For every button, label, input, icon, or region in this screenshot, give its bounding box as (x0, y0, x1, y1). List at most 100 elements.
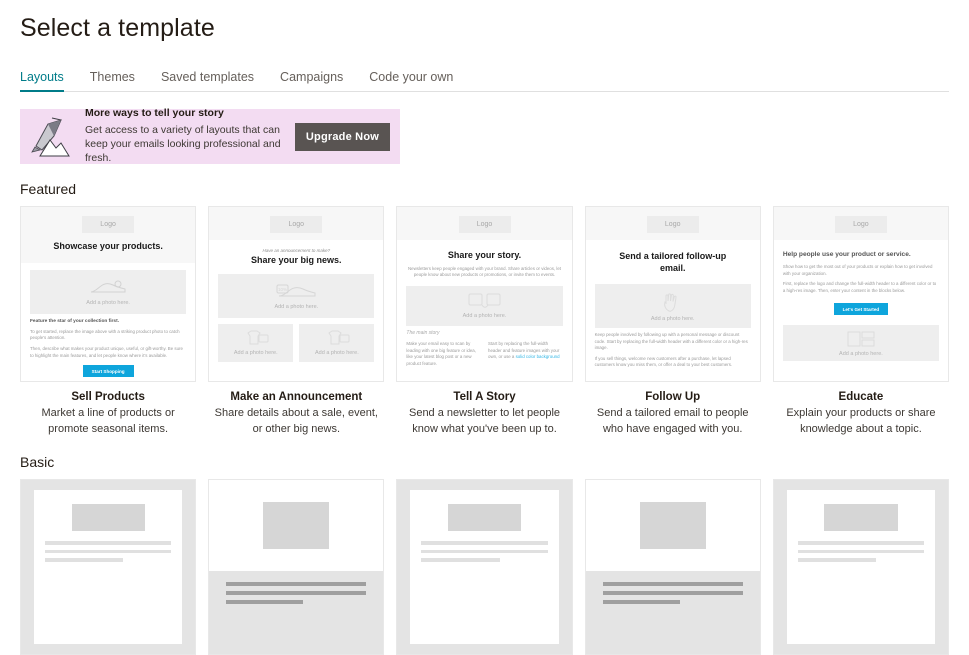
section-title-basic: Basic (20, 454, 55, 471)
logo-placeholder: Logo (270, 216, 323, 233)
tab-themes[interactable]: Themes (90, 70, 135, 91)
page-title: Select a template (20, 14, 215, 42)
wireframe-text-line (226, 599, 304, 604)
tab-bar: Layouts Themes Saved templates Campaigns… (20, 65, 949, 92)
promo-body: Get access to a variety of layouts that … (85, 124, 281, 165)
preview-body-p2: First, replace the logo and change the f… (782, 281, 937, 293)
preview-body: Have an announcement to make? Share your… (209, 240, 383, 369)
photo-caption: Add a photo here. (315, 350, 359, 357)
col-right-link[interactable]: solid color background (516, 354, 560, 359)
template-card-basic-5[interactable] (772, 479, 950, 655)
promo-text-block: More ways to tell your story Get access … (78, 107, 289, 165)
wireframe-inner (410, 490, 559, 645)
preview-header-band: Logo (209, 207, 384, 240)
card-description: Explain your products or share knowledge… (786, 407, 936, 435)
template-thumbnail[interactable] (772, 479, 950, 655)
preview-body-bold: Feature the star of your collection firs… (30, 318, 120, 324)
photo-placeholder: Add a photo here. (594, 284, 751, 329)
card-description: Share details about a sale, event, or ot… (214, 407, 378, 435)
tshirt-tag-icon (328, 330, 350, 345)
tshirt-tag-icon (247, 330, 269, 345)
preview-headline: Help people use your product or service. (782, 251, 911, 258)
tab-saved-templates[interactable]: Saved templates (161, 70, 254, 91)
template-card-follow-up[interactable]: Logo Send a tailored follow-up email. Ad… (584, 206, 761, 437)
upgrade-promo-banner: More ways to tell your story Get access … (20, 107, 400, 165)
card-title: Tell A Story (453, 391, 516, 403)
preview-body: Help people use your product or service.… (774, 240, 948, 368)
card-description: Send a newsletter to let people know wha… (408, 407, 561, 435)
layout-blocks-icon (847, 331, 875, 347)
card-title: Sell Products (71, 391, 145, 403)
wireframe-text-line (226, 590, 367, 595)
preview-kicker: Have an announcement to make? (262, 248, 331, 253)
tab-layouts[interactable]: Layouts (20, 70, 64, 92)
tab-campaigns[interactable]: Campaigns (280, 70, 343, 91)
wireframe-top (209, 480, 383, 570)
preview-body-p2: Then, describe what makes your product u… (30, 345, 183, 358)
wireframe-text-line (45, 558, 124, 562)
template-thumbnail[interactable]: Logo Send a tailored follow-up email. Ad… (584, 206, 761, 382)
template-thumbnail[interactable]: Logo Help people use your product or ser… (772, 206, 950, 382)
preview-header-band: Logo (585, 207, 760, 240)
template-card-basic-4[interactable] (584, 479, 761, 655)
promo-heading: More ways to tell your story (85, 107, 224, 120)
hands-icon (468, 293, 500, 308)
wireframe-text-line (797, 558, 877, 562)
card-description: Send a tailored email to people who have… (596, 407, 749, 435)
photo-caption: Add a photo here. (839, 350, 883, 357)
template-card-educate[interactable]: Logo Help people use your product or ser… (772, 206, 950, 437)
preview-intro: Newsletters keep people engaged with you… (407, 265, 562, 278)
tab-code-your-own[interactable]: Code your own (369, 70, 453, 91)
shoe-icon (91, 280, 126, 293)
wireframe-framed (773, 480, 949, 655)
template-card-make-an-announcement[interactable]: Logo Have an announcement to make? Share… (208, 206, 385, 437)
preview-body-p1: To get started, replace the image above … (30, 328, 180, 341)
preview-col-left: Make your email easy to scan by leading … (406, 341, 476, 367)
logo-placeholder: Logo (82, 216, 135, 233)
preview-headline: Send a tailored follow-up email. (619, 251, 727, 273)
preview-headline: Showcase your products. (53, 241, 163, 251)
wireframe-image-block (447, 504, 522, 532)
template-thumbnail[interactable] (584, 479, 761, 655)
template-card-sell-products[interactable]: Logo Showcase your products. Add a photo… (20, 206, 197, 437)
preview-subheading: The main story (406, 329, 440, 336)
photo-placeholder: Add a photo here. (218, 323, 294, 362)
template-thumbnail[interactable]: Logo Share your story. Newsletters keep … (396, 206, 573, 382)
mountain-flag-icon (28, 116, 78, 158)
preview-body: Send a tailored follow-up email. Add a p… (586, 240, 760, 376)
wireframe-text-line (602, 581, 743, 586)
preview-body-p1: Keep people involved by following up wit… (594, 332, 748, 351)
logo-placeholder: Logo (458, 216, 511, 233)
template-thumbnail[interactable] (20, 479, 197, 655)
hand-icon (663, 292, 677, 312)
template-card-basic-2[interactable] (208, 479, 385, 655)
wireframe-framed (21, 480, 196, 655)
card-title: Follow Up (645, 391, 701, 403)
preview-body-p1: Show how to get the most out of your pro… (782, 263, 933, 276)
photo-caption: Add a photo here. (274, 304, 319, 311)
template-thumbnail[interactable]: Logo Showcase your products. Add a photo… (20, 206, 197, 382)
wireframe-text-line (602, 599, 680, 604)
preview-cta-button[interactable]: Let's Get Started (833, 303, 889, 316)
template-thumbnail[interactable] (396, 479, 573, 655)
card-title: Make an Announcement (230, 391, 363, 403)
template-thumbnail[interactable]: Logo Have an announcement to make? Share… (208, 206, 385, 382)
template-card-tell-a-story[interactable]: Logo Share your story. Newsletters keep … (396, 206, 573, 437)
wireframe-inner (34, 490, 183, 645)
photo-caption: Add a photo here. (86, 300, 130, 307)
wireframe-split (209, 480, 384, 655)
photo-placeholder: Add a photo here. (782, 325, 940, 362)
wireframe-text-line (421, 549, 548, 554)
upgrade-now-button[interactable]: Upgrade Now (294, 122, 390, 151)
photo-placeholder: Add a photo here. (299, 323, 375, 362)
preview-two-column: Make your email easy to scan by leading … (406, 341, 562, 367)
photo-placeholder: Add a photo here. (406, 285, 563, 326)
wireframe-image-block (639, 501, 706, 549)
template-card-basic-1[interactable] (20, 479, 197, 655)
template-card-basic-3[interactable] (396, 479, 573, 655)
preview-header-band: Logo Showcase your products. (21, 207, 196, 263)
photo-placeholder: Add a photo here. (30, 269, 187, 314)
template-thumbnail[interactable] (208, 479, 385, 655)
preview-cta-button[interactable]: Start Shopping (82, 365, 134, 378)
wireframe-text-line (45, 549, 172, 554)
